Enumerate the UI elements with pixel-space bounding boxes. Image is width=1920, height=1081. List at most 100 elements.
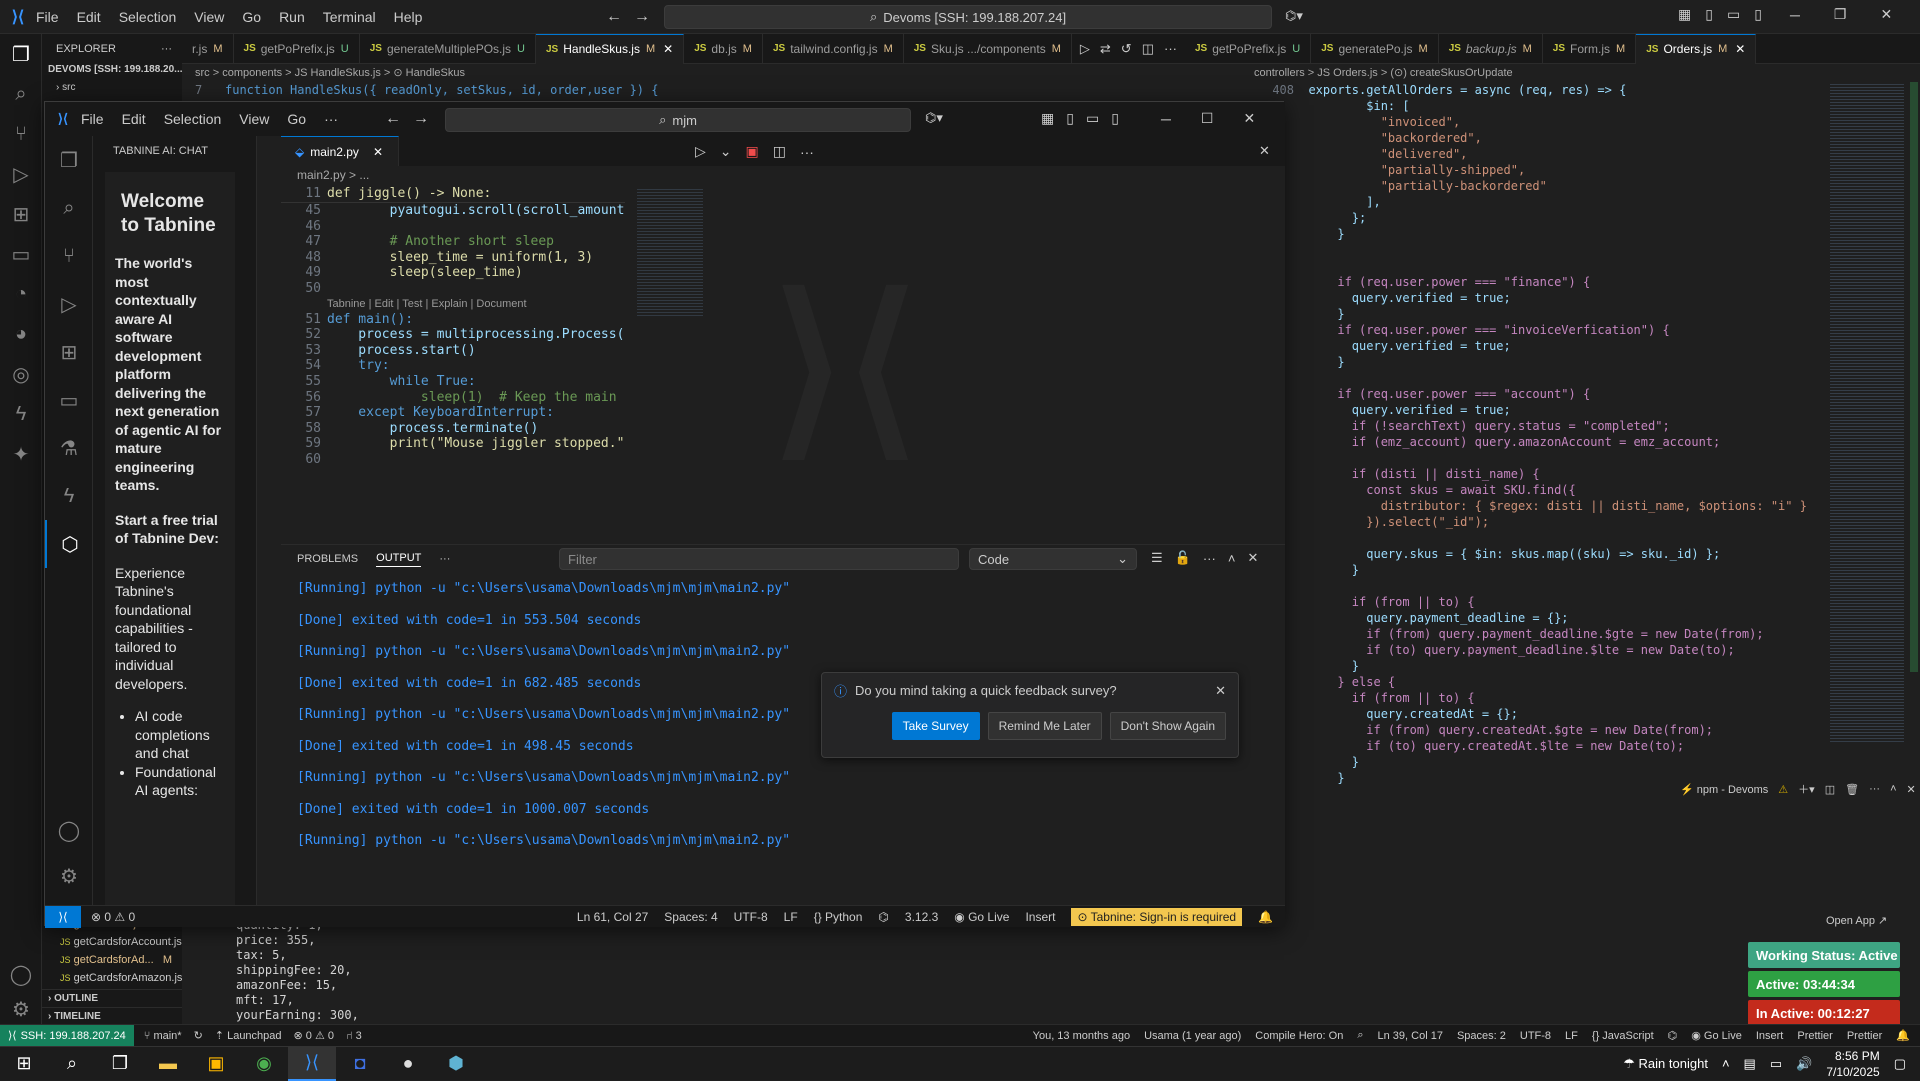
close-icon[interactable]: ✕ xyxy=(1259,143,1270,159)
minimize-icon[interactable]: ─ xyxy=(1790,7,1800,23)
tab-getpoprefix[interactable]: JS getPoPrefix.js U xyxy=(234,33,360,64)
author-indicator[interactable]: Usama (1 year ago) xyxy=(1144,1030,1241,1042)
close-icon[interactable]: ✕ xyxy=(1735,42,1745,56)
account-icon[interactable]: ◯ xyxy=(45,810,93,850)
secondary-sidebar-icon[interactable]: ▯ xyxy=(1111,110,1119,127)
explorer-root[interactable]: DEVOMS [SSH: 199.188.20... xyxy=(42,64,182,82)
stop-icon[interactable]: ▣ xyxy=(746,143,759,160)
launchpad-button[interactable]: ⇡ Launchpad xyxy=(215,1029,282,1042)
sync-icon[interactable]: ↻ xyxy=(194,1029,203,1042)
maximize-icon[interactable]: ˄ xyxy=(1890,783,1896,795)
menu-selection[interactable]: Selection xyxy=(119,9,177,25)
tab-orders[interactable]: JS Orders.js M ✕ xyxy=(1636,33,1757,64)
menu-file[interactable]: File xyxy=(81,111,104,127)
notifications-icon[interactable]: 🔔 xyxy=(1258,910,1273,924)
remote-explorer-icon[interactable]: ▭ xyxy=(45,376,93,424)
app-icon-2[interactable]: ⬢ xyxy=(432,1047,480,1081)
tabnine-icon[interactable]: ⬡ xyxy=(45,520,93,568)
split-terminal-icon[interactable]: ◫ xyxy=(1825,783,1835,796)
list-item[interactable]: JS getCardsforAd... M xyxy=(42,951,182,969)
panel-toggle-icon[interactable]: ▭ xyxy=(1086,110,1099,127)
more-actions-icon[interactable]: ··· xyxy=(800,144,814,160)
menu-run[interactable]: Run xyxy=(279,9,305,25)
back-left-breadcrumb[interactable]: src > components > JS HandleSkus.js > ⊙ … xyxy=(195,66,465,79)
nav-forward-icon[interactable]: → xyxy=(413,110,429,128)
search-icon[interactable]: ⌕ xyxy=(0,74,42,114)
language-mode[interactable]: {} Python xyxy=(814,910,863,924)
eol[interactable]: LF xyxy=(784,910,798,924)
run-icon[interactable]: ▷ xyxy=(1080,41,1090,57)
front-breadcrumb[interactable]: main2.py > ... xyxy=(281,166,1285,184)
take-survey-button[interactable]: Take Survey xyxy=(891,712,980,740)
split-editor-icon[interactable]: ◫ xyxy=(1142,41,1154,57)
tab-main2-py[interactable]: ⬙ main2.py ✕ xyxy=(281,136,399,166)
settings-gear-icon[interactable]: ⚙ xyxy=(0,989,42,1029)
menu-help[interactable]: Help xyxy=(394,9,423,25)
sidebar-toggle-icon[interactable]: ▯ xyxy=(1066,110,1074,127)
layout-toggle-icon[interactable]: ▦ xyxy=(1041,110,1054,127)
encoding[interactable]: UTF-8 xyxy=(1520,1030,1551,1042)
testing-icon[interactable]: ⚗ xyxy=(45,424,93,472)
ports-indicator[interactable]: ⑁ 3 xyxy=(346,1030,362,1042)
search-icon[interactable]: ⌕ xyxy=(45,184,93,232)
run-debug-icon[interactable]: ▷ xyxy=(45,280,93,328)
lightning-icon[interactable]: ϟ xyxy=(0,394,42,434)
tab-problems[interactable]: PROBLEMS xyxy=(297,553,358,565)
indentation[interactable]: Spaces: 2 xyxy=(1457,1030,1506,1042)
output-channel-select[interactable]: Code ⌄ xyxy=(969,548,1137,570)
tab-output[interactable]: OUTPUT xyxy=(376,552,422,567)
app-icon[interactable]: ● xyxy=(384,1047,432,1081)
windows-start-icon[interactable]: ⊞ xyxy=(0,1047,48,1081)
chevron-up-icon[interactable]: ˄ xyxy=(1722,1056,1730,1071)
store-icon[interactable]: ▣ xyxy=(192,1047,240,1081)
tab-getpoprefix-right[interactable]: JS getPoPrefix.js U xyxy=(1185,33,1312,64)
account-icon[interactable]: ◯ xyxy=(0,954,42,994)
indentation[interactable]: Spaces: 4 xyxy=(664,910,717,924)
tab-generatemultiplepos[interactable]: JS generateMultiplePOs.js U xyxy=(360,33,536,64)
clock[interactable]: 8:56 PM 7/10/2025 xyxy=(1826,1048,1879,1080)
run-debug-icon[interactable]: ▷ xyxy=(0,154,42,194)
tab-form[interactable]: JS Form.js M xyxy=(1543,33,1637,64)
zoom-icon[interactable]: ⌕ xyxy=(1357,1029,1363,1042)
prettier-indicator[interactable]: Prettier xyxy=(1797,1030,1832,1042)
compile-hero[interactable]: Compile Hero: On xyxy=(1255,1030,1343,1042)
python-version[interactable]: 3.12.3 xyxy=(905,910,938,924)
back-command-center[interactable]: ⌕ Devoms [SSH: 199.188.207.24] xyxy=(664,5,1272,29)
back-nav-back-icon[interactable]: ← xyxy=(606,8,622,26)
remote-indicator[interactable]: ⟩⟨ xyxy=(45,905,81,928)
menu-view[interactable]: View xyxy=(194,9,224,25)
front-minimap[interactable] xyxy=(637,187,703,317)
nav-back-icon[interactable]: ← xyxy=(385,110,401,128)
back-scrollbar[interactable] xyxy=(1910,82,1918,672)
extensions-icon[interactable]: ⊞ xyxy=(0,194,42,234)
tab-tailwind-config[interactable]: JS tailwind.config.js M xyxy=(763,33,904,64)
tab-r-js[interactable]: r.js M xyxy=(182,33,234,64)
close-icon[interactable]: ✕ xyxy=(373,145,383,159)
language-mode[interactable]: {} JavaScript xyxy=(1592,1030,1654,1042)
tab-db[interactable]: JS db.js M xyxy=(684,33,763,64)
copilot-icon[interactable]: ⌬▾ xyxy=(1285,8,1303,24)
close-icon[interactable]: ✕ xyxy=(1215,683,1226,699)
outline-section[interactable]: › OUTLINE xyxy=(42,989,182,1007)
dont-show-again-button[interactable]: Don't Show Again xyxy=(1109,712,1226,740)
battery-icon[interactable]: ▭ xyxy=(1770,1056,1782,1072)
copilot-icon[interactable]: ⌬▾ xyxy=(925,110,943,126)
copilot-icon[interactable]: ◕ xyxy=(0,314,42,354)
panel-toggle-icon[interactable]: ▭ xyxy=(1727,6,1740,23)
revert-icon[interactable]: ↺ xyxy=(1121,41,1132,57)
volume-icon[interactable]: 🔊 xyxy=(1796,1056,1812,1072)
notifications-icon[interactable]: 🔔 xyxy=(1896,1029,1910,1042)
close-icon[interactable]: ✕ xyxy=(1243,110,1255,127)
close-icon[interactable]: ✕ xyxy=(1247,550,1258,566)
insert-mode[interactable]: Insert xyxy=(1756,1030,1784,1042)
tabnine-status[interactable]: ⊙ Tabnine: Sign-in is required xyxy=(1071,907,1243,926)
terminal-selector[interactable]: ⚡ npm - Devoms xyxy=(1680,783,1768,796)
extensions-icon[interactable]: ⊞ xyxy=(45,328,93,376)
more-actions-icon[interactable]: ··· xyxy=(1203,551,1216,566)
encoding[interactable]: UTF-8 xyxy=(734,910,768,924)
back-nav-forward-icon[interactable]: → xyxy=(634,8,650,26)
vscode-taskbar-icon[interactable]: ⟩⟨ xyxy=(288,1046,336,1081)
settings-gear-icon[interactable]: ⚙ xyxy=(45,856,93,896)
explorer-icon[interactable]: ❐ xyxy=(0,34,42,74)
insert-mode[interactable]: Insert xyxy=(1025,910,1055,924)
